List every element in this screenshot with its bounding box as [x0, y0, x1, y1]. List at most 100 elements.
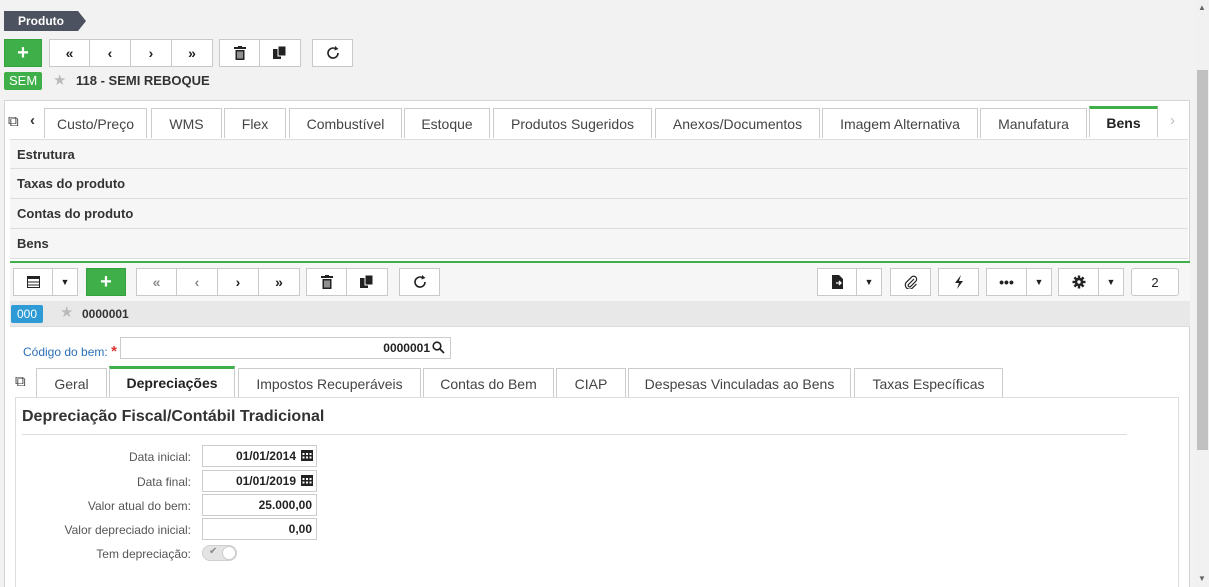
- delete-bem-button[interactable]: [306, 268, 347, 296]
- tab-label: Produtos Sugeridos: [511, 115, 634, 132]
- tab-label: Combustível: [306, 115, 385, 132]
- section-taxas-do-produto[interactable]: Taxas do produto: [10, 169, 1188, 199]
- subtab-label: Geral: [54, 375, 89, 392]
- data-inicial-input[interactable]: 01/01/2014: [202, 445, 317, 467]
- subtab-label: Contas do Bem: [440, 375, 537, 392]
- required-marker: *: [111, 343, 117, 360]
- tab-label: Manufatura: [998, 115, 1069, 132]
- valor-depreciado-input[interactable]: 0,00: [202, 518, 317, 540]
- data-final-value: 01/01/2019: [235, 474, 296, 488]
- last-record-button[interactable]: »: [172, 39, 213, 67]
- tabs-menu-icon[interactable]: ⧉: [8, 113, 19, 130]
- subtab-label: Despesas Vinculadas ao Bens: [644, 375, 835, 392]
- heading-divider: [22, 434, 1127, 435]
- tab-anexos-documentos[interactable]: Anexos/Documentos: [655, 108, 820, 138]
- previous-record-button[interactable]: ‹: [90, 39, 131, 67]
- subtab-geral[interactable]: Geral: [36, 368, 107, 398]
- tab-label: Estoque: [421, 115, 473, 132]
- first-bem-button[interactable]: «: [136, 268, 177, 296]
- paperclip-icon: [904, 275, 917, 289]
- export-dropdown[interactable]: ▼: [857, 268, 882, 296]
- grid-view-dropdown[interactable]: ▼: [53, 268, 78, 296]
- bem-title: 0000001: [82, 307, 129, 321]
- favorite-star-icon[interactable]: ★: [60, 304, 73, 322]
- section-estrutura[interactable]: Estrutura: [10, 139, 1188, 169]
- scroll-thumb[interactable]: [1197, 70, 1208, 450]
- subtab-contas-do-bem[interactable]: Contas do Bem: [423, 368, 554, 398]
- tab-wms[interactable]: WMS: [151, 108, 222, 138]
- more-options-dropdown[interactable]: ▼: [1027, 268, 1052, 296]
- last-bem-button[interactable]: »: [259, 268, 300, 296]
- scroll-up-icon[interactable]: ▲: [1198, 3, 1206, 12]
- tab-imagem-alternativa[interactable]: Imagem Alternativa: [822, 108, 978, 138]
- breadcrumb[interactable]: Produto: [4, 11, 86, 31]
- add-bem-button[interactable]: +: [86, 268, 126, 296]
- subtab-despesas-vinculadas[interactable]: Despesas Vinculadas ao Bens: [628, 368, 851, 398]
- section-label: Estrutura: [17, 147, 75, 162]
- tab-combustivel[interactable]: Combustível: [289, 108, 402, 138]
- next-bem-button[interactable]: ›: [218, 268, 259, 296]
- valor-depreciado-label: Valor depreciado inicial:: [64, 523, 191, 537]
- tab-label: Imagem Alternativa: [840, 115, 960, 132]
- subtab-label: Depreciações: [126, 375, 218, 391]
- tab-flex[interactable]: Flex: [224, 108, 286, 138]
- add-button[interactable]: +: [4, 39, 42, 67]
- tab-label: Custo/Preço: [56, 115, 135, 132]
- tabs-scroll-left-icon[interactable]: ‹: [30, 112, 35, 129]
- tab-label: Anexos/Documentos: [672, 115, 803, 132]
- data-inicial-value: 01/01/2014: [235, 449, 296, 463]
- settings-dropdown[interactable]: ▼: [1099, 268, 1124, 296]
- tab-bens[interactable]: Bens: [1089, 106, 1158, 137]
- data-final-input[interactable]: 01/01/2019: [202, 470, 317, 492]
- section-contas-do-produto[interactable]: Contas do produto: [10, 199, 1188, 229]
- subtab-ciap[interactable]: CIAP: [556, 368, 626, 398]
- calendar-icon[interactable]: [301, 474, 313, 489]
- subtab-impostos-recuperaveis[interactable]: Impostos Recuperáveis: [238, 368, 421, 398]
- refresh-bem-button[interactable]: [399, 268, 440, 296]
- tab-custo-preco[interactable]: Custo/Preço: [44, 108, 147, 138]
- trash-icon: [320, 275, 333, 289]
- file-export-icon: [831, 275, 843, 289]
- subtab-taxas-especificas[interactable]: Taxas Específicas: [854, 368, 1003, 398]
- valor-depreciado-value: 0,00: [288, 522, 312, 536]
- copy-bem-button[interactable]: [347, 268, 388, 296]
- codigo-bem-input[interactable]: 0000001: [120, 337, 451, 359]
- next-record-button[interactable]: ›: [131, 39, 172, 67]
- subtab-depreciacoes[interactable]: Depreciações: [109, 366, 235, 397]
- previous-bem-button[interactable]: ‹: [177, 268, 218, 296]
- settings-button[interactable]: [1058, 268, 1099, 296]
- tabs-scroll-right-icon[interactable]: ›: [1170, 112, 1175, 129]
- record-count: 2: [1131, 268, 1179, 296]
- tab-estoque[interactable]: Estoque: [404, 108, 490, 138]
- favorite-star-icon[interactable]: ★: [53, 72, 66, 90]
- trash-icon: [233, 46, 246, 60]
- export-button[interactable]: [817, 268, 857, 296]
- scroll-down-icon[interactable]: ▼: [1198, 574, 1206, 583]
- page-scrollbar[interactable]: ▲ ▼: [1195, 0, 1209, 587]
- refresh-icon: [413, 275, 426, 288]
- form-heading: Depreciação Fiscal/Contábil Tradicional: [22, 408, 325, 425]
- codigo-bem-label-text: Código do bem:: [23, 345, 108, 359]
- copy-button[interactable]: [260, 39, 301, 67]
- bem-badge: 000: [11, 305, 44, 323]
- tab-produtos-sugeridos[interactable]: Produtos Sugeridos: [493, 108, 652, 138]
- breadcrumb-label: Produto: [18, 14, 64, 28]
- first-record-button[interactable]: «: [49, 39, 90, 67]
- tab-manufatura[interactable]: Manufatura: [980, 108, 1087, 138]
- record-badge: SEM: [4, 72, 43, 90]
- toggle-knob: [222, 546, 236, 560]
- subtabs-menu-icon[interactable]: ⧉: [15, 373, 26, 390]
- grid-view-button[interactable]: [13, 268, 53, 296]
- valor-atual-input[interactable]: 25.000,00: [202, 494, 317, 516]
- tem-depreciacao-label: Tem depreciação:: [96, 547, 191, 561]
- more-options-button[interactable]: •••: [986, 268, 1027, 296]
- check-icon: ✔: [209, 546, 218, 557]
- delete-button[interactable]: [219, 39, 260, 67]
- actions-button[interactable]: [938, 268, 979, 296]
- refresh-button[interactable]: [312, 39, 353, 67]
- search-icon[interactable]: [432, 341, 445, 357]
- section-bens[interactable]: Bens: [10, 229, 1188, 259]
- tem-depreciacao-toggle[interactable]: ✔: [202, 545, 237, 561]
- attachment-button[interactable]: [890, 268, 931, 296]
- calendar-icon[interactable]: [301, 449, 313, 464]
